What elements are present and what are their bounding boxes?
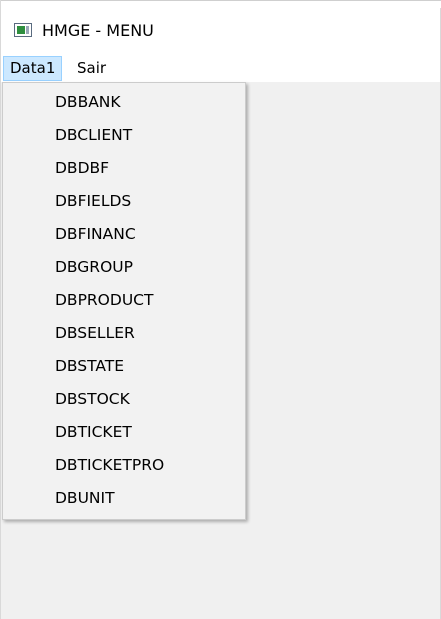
menu-bar: Data1 Sair (1, 55, 440, 82)
menu-item-dbfinanc[interactable]: DBFINANC (5, 218, 243, 251)
data1-dropdown-menu: DBBANK DBCLIENT DBDBF DBFIELDS DBFINANC … (2, 82, 246, 520)
menu-item-dbstock[interactable]: DBSTOCK (5, 383, 243, 416)
menu-item-dbgroup[interactable]: DBGROUP (5, 251, 243, 284)
title-bar[interactable]: HMGE - MENU (1, 8, 440, 55)
window-title: HMGE - MENU (42, 21, 154, 40)
menu-item-dbstate[interactable]: DBSTATE (5, 350, 243, 383)
menu-item-dbticket[interactable]: DBTICKET (5, 416, 243, 449)
menu-data1[interactable]: Data1 (3, 56, 63, 81)
app-window: HMGE - MENU Data1 Sair DBBANK DBCLIENT D… (0, 0, 441, 619)
menu-item-dbdbf[interactable]: DBDBF (5, 152, 243, 185)
menu-item-dbclient[interactable]: DBCLIENT (5, 119, 243, 152)
window-top-edge (1, 0, 441, 8)
menu-item-dbproduct[interactable]: DBPRODUCT (5, 284, 243, 317)
menu-sair[interactable]: Sair (71, 56, 112, 81)
menu-item-dbbank[interactable]: DBBANK (5, 86, 243, 119)
menu-item-dbticketpro[interactable]: DBTICKETPRO (5, 449, 243, 482)
menu-item-dbfields[interactable]: DBFIELDS (5, 185, 243, 218)
menu-item-dbseller[interactable]: DBSELLER (5, 317, 243, 350)
menu-item-dbunit[interactable]: DBUNIT (5, 482, 243, 515)
app-window-icon (14, 23, 32, 37)
